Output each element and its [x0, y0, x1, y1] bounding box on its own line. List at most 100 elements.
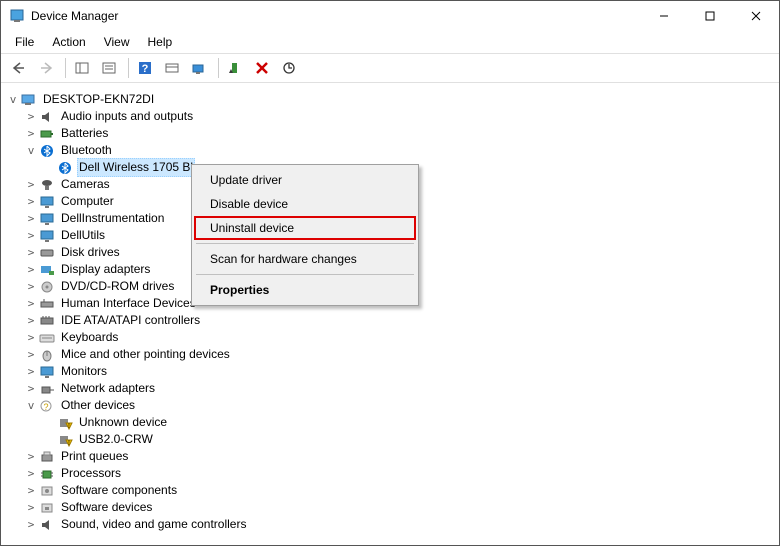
node-label: DESKTOP-EKN72DI — [41, 91, 156, 108]
node-label: Disk drives — [59, 244, 122, 261]
menu-view[interactable]: View — [96, 33, 138, 51]
chevron-right-icon[interactable]: > — [24, 329, 38, 346]
menu-action[interactable]: Action — [44, 33, 93, 51]
battery-icon — [38, 126, 55, 142]
chevron-down-icon[interactable]: v — [24, 397, 38, 414]
disk-icon — [38, 245, 55, 261]
category-monitors[interactable]: > Monitors — [6, 363, 774, 380]
ctx-scan-hardware[interactable]: Scan for hardware changes — [194, 247, 416, 271]
monitor-icon — [38, 364, 55, 380]
chevron-right-icon[interactable]: > — [24, 346, 38, 363]
printer-icon — [38, 449, 55, 465]
node-label: Network adapters — [59, 380, 157, 397]
ctx-update-driver[interactable]: Update driver — [194, 168, 416, 192]
device-manager-window: Device Manager File Action View Help ? v — [0, 0, 780, 546]
component-icon — [38, 500, 55, 516]
node-label: Print queues — [59, 448, 130, 465]
chevron-right-icon[interactable]: > — [24, 261, 38, 278]
close-button[interactable] — [733, 1, 779, 31]
category-swdev[interactable]: > Software devices — [6, 499, 774, 516]
category-sound[interactable]: > Sound, video and game controllers — [6, 516, 774, 533]
bluetooth-icon — [38, 143, 55, 159]
node-label: Dell Wireless 1705 Bl — [77, 158, 195, 177]
chevron-right-icon[interactable]: > — [24, 210, 38, 227]
hid-icon — [38, 296, 55, 312]
show-hide-tree-button[interactable] — [70, 57, 94, 79]
warning-device-icon: ! — [56, 432, 73, 448]
chevron-right-icon[interactable]: > — [24, 516, 38, 533]
category-audio[interactable]: > Audio inputs and outputs — [6, 108, 774, 125]
uninstall-device-button[interactable] — [250, 57, 274, 79]
chevron-right-icon[interactable]: > — [24, 278, 38, 295]
help-button[interactable]: ? — [133, 57, 157, 79]
ctx-uninstall-device[interactable]: Uninstall device — [194, 216, 416, 240]
category-network[interactable]: > Network adapters — [6, 380, 774, 397]
menu-file[interactable]: File — [7, 33, 42, 51]
toolbar: ? — [1, 53, 779, 83]
action-button[interactable] — [160, 57, 184, 79]
menu-help[interactable]: Help — [140, 33, 181, 51]
separator — [196, 243, 414, 244]
chevron-right-icon[interactable]: > — [24, 295, 38, 312]
app-icon — [9, 8, 25, 24]
root-node[interactable]: v DESKTOP-EKN72DI — [6, 91, 774, 108]
category-batteries[interactable]: > Batteries — [6, 125, 774, 142]
chevron-right-icon[interactable]: > — [24, 193, 38, 210]
category-mice[interactable]: > Mice and other pointing devices — [6, 346, 774, 363]
node-label: Keyboards — [59, 329, 120, 346]
category-bluetooth[interactable]: v Bluetooth — [6, 142, 774, 159]
speaker-icon — [38, 109, 55, 125]
mouse-icon — [38, 347, 55, 363]
node-label: Monitors — [59, 363, 109, 380]
nav-back-button[interactable] — [7, 57, 31, 79]
node-label: Processors — [59, 465, 123, 482]
scan-hardware-button[interactable] — [187, 57, 211, 79]
chevron-right-icon[interactable]: > — [24, 380, 38, 397]
tree-panel[interactable]: v DESKTOP-EKN72DI > Audio inputs and out… — [2, 89, 778, 544]
chevron-right-icon[interactable]: > — [24, 482, 38, 499]
category-swcomp[interactable]: > Software components — [6, 482, 774, 499]
svg-text:!: ! — [68, 423, 70, 430]
chevron-right-icon[interactable]: > — [24, 499, 38, 516]
chevron-right-icon[interactable]: > — [24, 227, 38, 244]
node-label: IDE ATA/ATAPI controllers — [59, 312, 202, 329]
maximize-button[interactable] — [687, 1, 733, 31]
chevron-right-icon[interactable]: > — [24, 176, 38, 193]
chevron-right-icon[interactable]: > — [24, 244, 38, 261]
category-ide[interactable]: > IDE ATA/ATAPI controllers — [6, 312, 774, 329]
device-usb2-crw[interactable]: > ! USB2.0-CRW — [6, 431, 774, 448]
chevron-right-icon[interactable]: > — [24, 312, 38, 329]
chevron-right-icon[interactable]: > — [24, 448, 38, 465]
display-adapter-icon — [38, 262, 55, 278]
node-label: DellUtils — [59, 227, 107, 244]
node-label: Batteries — [59, 125, 110, 142]
chevron-right-icon[interactable]: > — [24, 363, 38, 380]
node-label: Software devices — [59, 499, 154, 516]
category-keyboards[interactable]: > Keyboards — [6, 329, 774, 346]
ctx-properties[interactable]: Properties — [194, 278, 416, 302]
sound-icon — [38, 517, 55, 533]
properties-button[interactable] — [97, 57, 121, 79]
ctx-disable-device[interactable]: Disable device — [194, 192, 416, 216]
update-driver-button[interactable] — [277, 57, 301, 79]
node-label: Other devices — [59, 397, 137, 414]
category-printq[interactable]: > Print queues — [6, 448, 774, 465]
chevron-right-icon[interactable]: > — [24, 465, 38, 482]
node-label: Cameras — [59, 176, 112, 193]
menubar: File Action View Help — [1, 31, 779, 53]
minimize-button[interactable] — [641, 1, 687, 31]
node-label: Mice and other pointing devices — [59, 346, 232, 363]
nav-forward-button[interactable] — [34, 57, 58, 79]
enable-device-button[interactable] — [223, 57, 247, 79]
chevron-down-icon[interactable]: v — [24, 142, 38, 159]
node-label: Unknown device — [77, 414, 169, 431]
window-title: Device Manager — [31, 9, 118, 23]
device-unknown[interactable]: > ! Unknown device — [6, 414, 774, 431]
node-label: DellInstrumentation — [59, 210, 166, 227]
category-processors[interactable]: > Processors — [6, 465, 774, 482]
chevron-down-icon[interactable]: v — [6, 91, 20, 108]
category-other[interactable]: v ? Other devices — [6, 397, 774, 414]
chevron-right-icon[interactable]: > — [24, 125, 38, 142]
monitor-icon — [38, 228, 55, 244]
chevron-right-icon[interactable]: > — [24, 108, 38, 125]
